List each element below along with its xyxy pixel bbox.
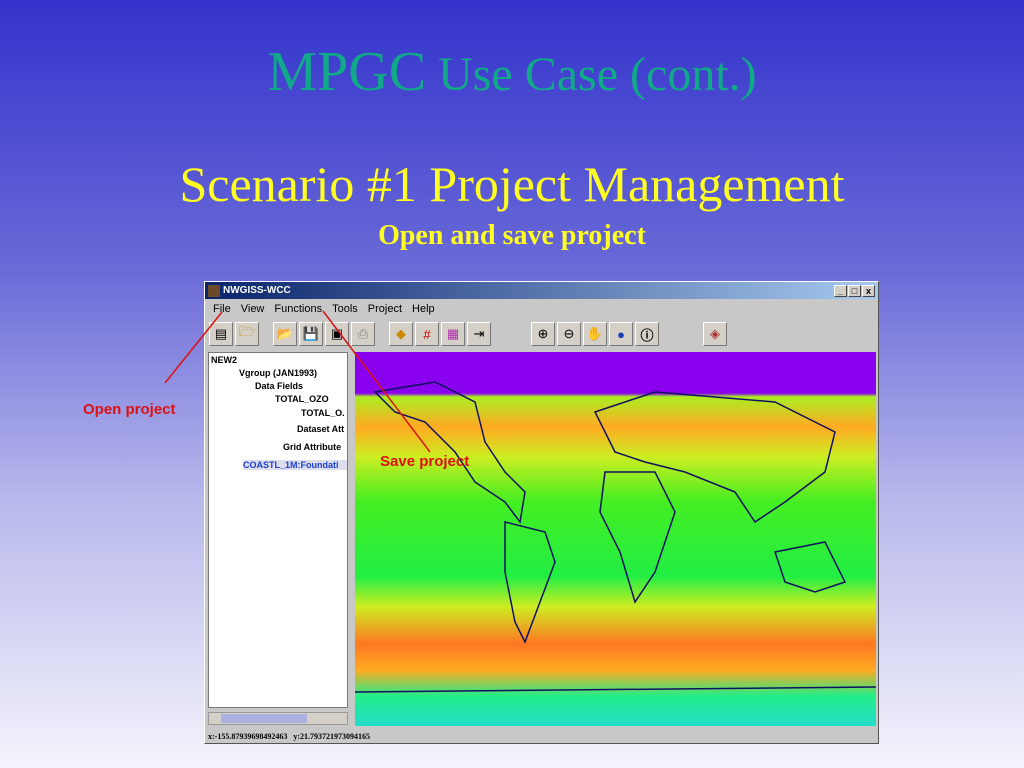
save-project-annotation: Save project bbox=[380, 453, 470, 470]
annotation-arrows bbox=[164, 310, 431, 453]
save-project-arrow bbox=[322, 310, 431, 453]
open-project-arrow bbox=[164, 311, 223, 384]
open-project-annotation: Open project bbox=[83, 401, 176, 418]
